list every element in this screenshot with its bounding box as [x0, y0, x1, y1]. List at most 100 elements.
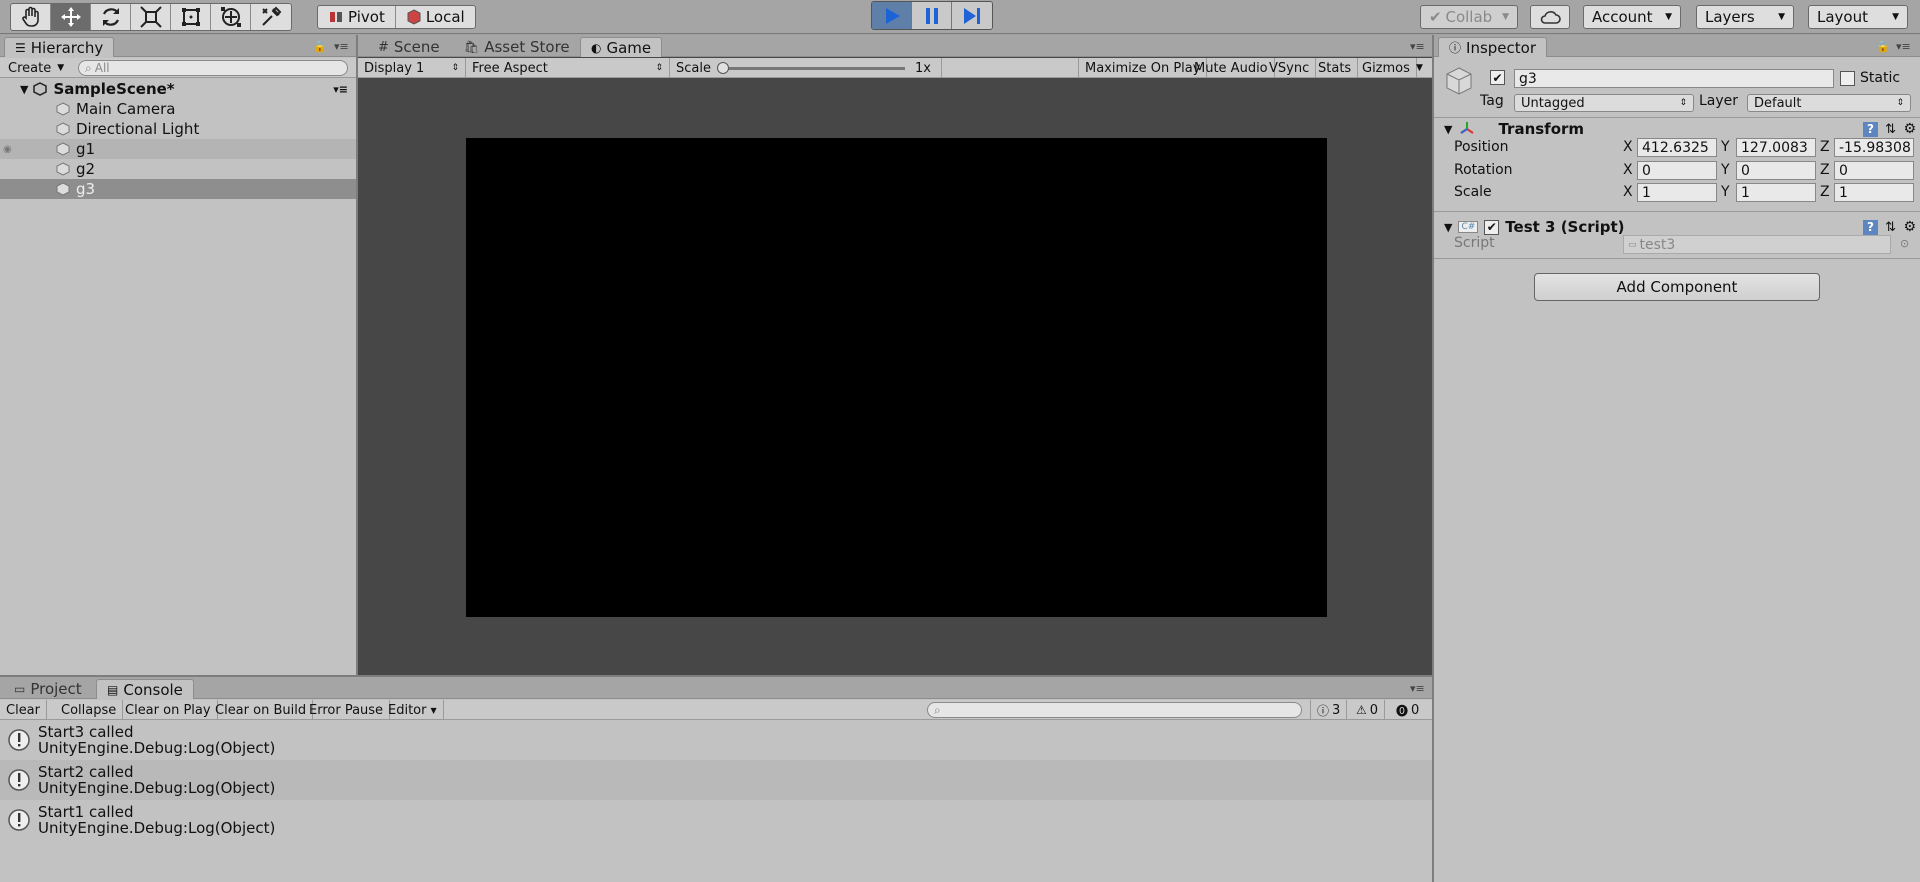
position-y-field[interactable]: 127.0083 — [1736, 138, 1816, 157]
axis-z-label[interactable]: Z — [1820, 184, 1830, 200]
scene-row[interactable]: ▼ SampleScene* ▾≡ — [0, 79, 356, 99]
tab-console[interactable]: ▤ Console — [96, 679, 194, 699]
search-icon: ⌕ — [934, 702, 941, 717]
vsync-toggle[interactable]: VSync — [1263, 58, 1317, 78]
step-button[interactable] — [952, 2, 992, 29]
scale-y-field[interactable]: 1 — [1736, 183, 1816, 202]
tree-item[interactable]: g2 — [0, 159, 356, 179]
collapse-toggle[interactable]: Collapse — [55, 700, 124, 720]
panel-menu-icon[interactable]: ▾≡ — [1410, 682, 1425, 695]
scale-tool-button[interactable] — [131, 4, 171, 30]
tree-item[interactable]: ◉ g1 — [0, 139, 356, 159]
log-entry[interactable]: Start1 called UnityEngine.Debug:Log(Obje… — [0, 800, 1432, 840]
tab-asset-store[interactable]: 🛍 Asset Store — [454, 37, 580, 57]
log-errors-toggle[interactable]: ⓿ 0 — [1390, 700, 1425, 720]
stats-toggle[interactable]: Stats — [1312, 58, 1359, 78]
axis-x-label[interactable]: X — [1623, 139, 1633, 155]
tree-item[interactable]: Directional Light — [0, 119, 356, 139]
gizmos-dropdown[interactable]: Gizmos — [1356, 58, 1417, 78]
log-entry[interactable]: Start3 called UnityEngine.Debug:Log(Obje… — [0, 720, 1432, 760]
display-dropdown[interactable]: Display 1 ⇕ — [358, 58, 466, 78]
active-toggle[interactable]: ✔ — [1490, 70, 1505, 85]
rotation-z-field[interactable]: 0 — [1834, 161, 1914, 180]
log-messages-toggle[interactable]: ⓘ 3 — [1310, 700, 1348, 720]
pause-button[interactable] — [912, 2, 952, 29]
transform-tool-button[interactable] — [211, 4, 251, 30]
log-entry[interactable]: Start2 called UnityEngine.Debug:Log(Obje… — [0, 760, 1432, 800]
object-name-input[interactable]: g3 — [1514, 69, 1834, 88]
rotate-tool-button[interactable] — [91, 4, 131, 30]
tab-hierarchy[interactable]: ☰ Hierarchy — [4, 37, 115, 57]
tab-game[interactable]: ◐ Game — [580, 37, 663, 57]
layer-dropdown[interactable]: Default ⇕ — [1747, 94, 1911, 112]
preset-sliders-icon[interactable]: ⇅ — [1885, 220, 1896, 235]
add-component-button[interactable]: Add Component — [1534, 273, 1820, 301]
lock-icon[interactable]: 🔒 — [313, 40, 327, 53]
clear-on-build-toggle[interactable]: Clear on Build — [209, 700, 314, 720]
axis-x-label[interactable]: X — [1623, 162, 1633, 178]
rotation-y-field[interactable]: 0 — [1736, 161, 1816, 180]
layout-dropdown[interactable]: Layout ▼ — [1808, 5, 1908, 29]
scale-slider[interactable] — [716, 61, 905, 74]
custom-tool-button[interactable] — [251, 4, 291, 30]
log-message: Start1 called — [38, 803, 134, 821]
log-warnings-toggle[interactable]: ⚠ 0 — [1350, 700, 1386, 720]
hierarchy-search-input[interactable]: ⌕ All — [78, 60, 348, 76]
axis-y-label[interactable]: Y — [1721, 184, 1730, 200]
game-render-output[interactable] — [466, 138, 1327, 617]
component-enabled-checkbox[interactable]: ✔ — [1484, 219, 1500, 235]
scale-z-field[interactable]: 1 — [1834, 183, 1914, 202]
help-book-icon[interactable]: ? — [1863, 121, 1878, 137]
pivot-button[interactable]: Pivot — [318, 6, 396, 28]
rect-tool-button[interactable] — [171, 4, 211, 30]
gizmos-menu-arrow[interactable]: ▼ — [1410, 58, 1429, 78]
tab-inspector[interactable]: ⓘ Inspector — [1438, 37, 1547, 57]
axis-z-label[interactable]: Z — [1820, 162, 1830, 178]
tree-item[interactable]: Main Camera — [0, 99, 356, 119]
panel-menu-icon[interactable]: ▾≡ — [334, 40, 349, 53]
rotation-x-field[interactable]: 0 — [1637, 161, 1717, 180]
chevron-down-icon: ▼ — [1502, 12, 1509, 22]
mute-audio-toggle[interactable]: Mute Audio — [1188, 58, 1275, 78]
panel-menu-icon[interactable]: ▾≡ — [1896, 40, 1911, 53]
axis-y-label[interactable]: Y — [1721, 139, 1730, 155]
create-dropdown[interactable]: Create ▼ — [8, 60, 64, 76]
cloud-button[interactable] — [1530, 5, 1570, 29]
object-picker-icon[interactable]: ⊙ — [1900, 237, 1909, 250]
layers-dropdown[interactable]: Layers ▼ — [1696, 5, 1794, 29]
scene-menu-icon[interactable]: ▾≡ — [333, 83, 348, 96]
tree-item[interactable]: g3 — [0, 179, 356, 199]
tab-project[interactable]: ▭ Project — [4, 679, 92, 699]
local-button[interactable]: Local — [396, 6, 475, 28]
help-book-icon[interactable]: ? — [1863, 219, 1878, 235]
gear-icon[interactable]: ⚙ — [1903, 219, 1916, 235]
clear-on-play-toggle[interactable]: Clear on Play — [119, 700, 218, 720]
hand-tool-button[interactable] — [11, 4, 51, 30]
move-tool-button[interactable] — [51, 4, 91, 30]
eye-icon[interactable]: ◉ — [3, 144, 12, 155]
clear-button[interactable]: Clear — [0, 700, 47, 720]
editor-dropdown[interactable]: Editor ▼ — [382, 700, 444, 720]
gear-icon[interactable]: ⚙ — [1903, 121, 1916, 137]
aspect-dropdown[interactable]: Free Aspect ⇕ — [466, 58, 670, 78]
axis-y-label[interactable]: Y — [1721, 162, 1730, 178]
slider-thumb[interactable] — [716, 61, 729, 74]
position-z-field[interactable]: -15.98308 — [1834, 138, 1914, 157]
scale-x-field[interactable]: 1 — [1637, 183, 1717, 202]
collab-dropdown[interactable]: ✔ Collab ▼ — [1420, 5, 1518, 29]
transform-header[interactable]: ▼ Transform ? ⇅ ⚙ — [1434, 118, 1920, 140]
axis-x-label[interactable]: X — [1623, 184, 1633, 200]
axis-z-label[interactable]: Z — [1820, 139, 1830, 155]
static-toggle[interactable]: Static — [1840, 70, 1900, 86]
error-pause-toggle[interactable]: Error Pause — [303, 700, 391, 720]
position-x-field[interactable]: 412.6325 — [1637, 138, 1717, 157]
game-area[interactable] — [358, 79, 1432, 675]
play-button[interactable] — [872, 2, 912, 29]
tag-dropdown[interactable]: Untagged ⇕ — [1514, 94, 1694, 112]
lock-icon[interactable]: 🔒 — [1876, 40, 1890, 53]
panel-menu-icon[interactable]: ▾≡ — [1410, 40, 1425, 53]
preset-sliders-icon[interactable]: ⇅ — [1885, 122, 1896, 137]
tab-scene[interactable]: # Scene — [368, 37, 450, 57]
account-dropdown[interactable]: Account ▼ — [1583, 5, 1681, 29]
console-search-input[interactable]: ⌕ — [927, 702, 1302, 718]
